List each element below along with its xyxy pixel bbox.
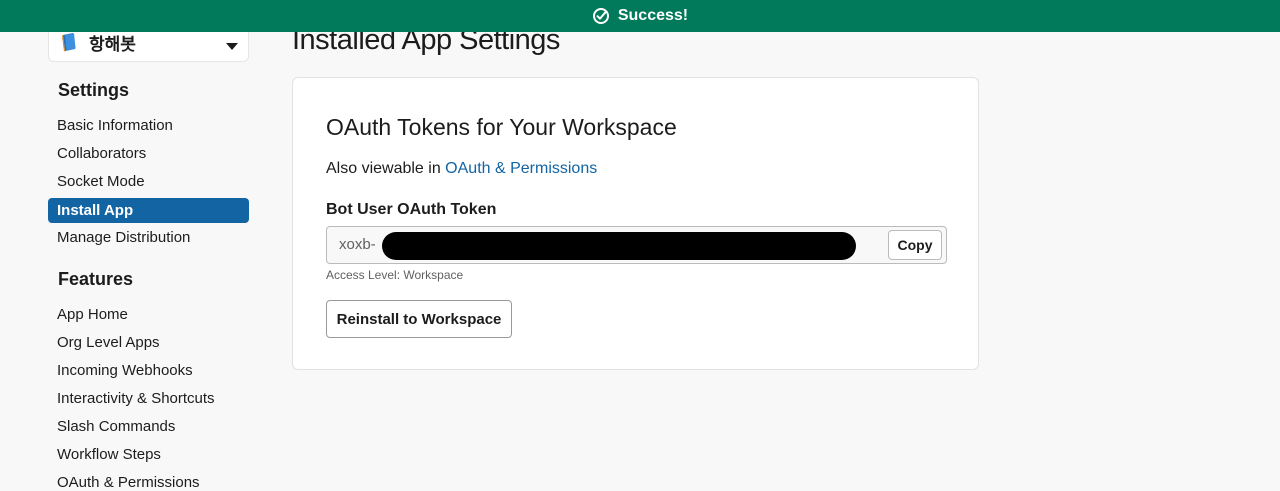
oauth-tokens-card: OAuth Tokens for Your Workspace Also vie… <box>292 77 979 370</box>
bot-token-label: Bot User OAuth Token <box>326 201 497 218</box>
sidebar-item-oauth-permissions[interactable]: OAuth & Permissions <box>48 470 249 491</box>
sidebar-item-incoming-webhooks[interactable]: Incoming Webhooks <box>48 358 249 383</box>
card-title: OAuth Tokens for Your Workspace <box>326 114 677 140</box>
sidebar-item-app-home[interactable]: App Home <box>48 302 249 327</box>
sidebar-item-collaborators[interactable]: Collaborators <box>48 141 249 166</box>
sidebar-item-org-level-apps[interactable]: Org Level Apps <box>48 330 249 355</box>
sidebar-item-slash-commands[interactable]: Slash Commands <box>48 414 249 439</box>
access-level-text: Access Level: Workspace <box>326 268 464 282</box>
bot-token-field[interactable]: xoxb- Copy <box>326 226 947 264</box>
reinstall-button[interactable]: Reinstall to Workspace <box>326 300 512 338</box>
sidebar-item-install-app[interactable]: Install App <box>48 198 249 223</box>
sidebar-item-manage-distribution[interactable]: Manage Distribution <box>48 225 249 250</box>
sidebar: 항해봇 Settings Basic Information Collabora… <box>48 0 249 491</box>
success-banner: Success! <box>0 0 1280 32</box>
book-icon <box>59 31 81 53</box>
caret-down-icon <box>226 38 238 50</box>
success-text: Success! <box>617 7 689 24</box>
features-section-title: Features <box>58 269 134 289</box>
also-viewable-text: Also viewable in <box>326 160 446 177</box>
check-circle-icon <box>592 7 610 25</box>
settings-section-title: Settings <box>58 80 130 100</box>
sidebar-item-interactivity-shortcuts[interactable]: Interactivity & Shortcuts <box>48 386 249 411</box>
sidebar-item-basic-information[interactable]: Basic Information <box>48 113 249 138</box>
sidebar-item-workflow-steps[interactable]: Workflow Steps <box>48 442 249 467</box>
oauth-permissions-link[interactable]: OAuth & Permissions <box>445 160 597 177</box>
token-prefix: xoxb- <box>339 236 376 253</box>
copy-button[interactable]: Copy <box>888 230 942 260</box>
sidebar-item-socket-mode[interactable]: Socket Mode <box>48 169 249 194</box>
app-name: 항해봇 <box>89 34 136 54</box>
token-redaction <box>382 232 856 260</box>
also-viewable-line: Also viewable in OAuth & Permissions <box>326 160 597 178</box>
